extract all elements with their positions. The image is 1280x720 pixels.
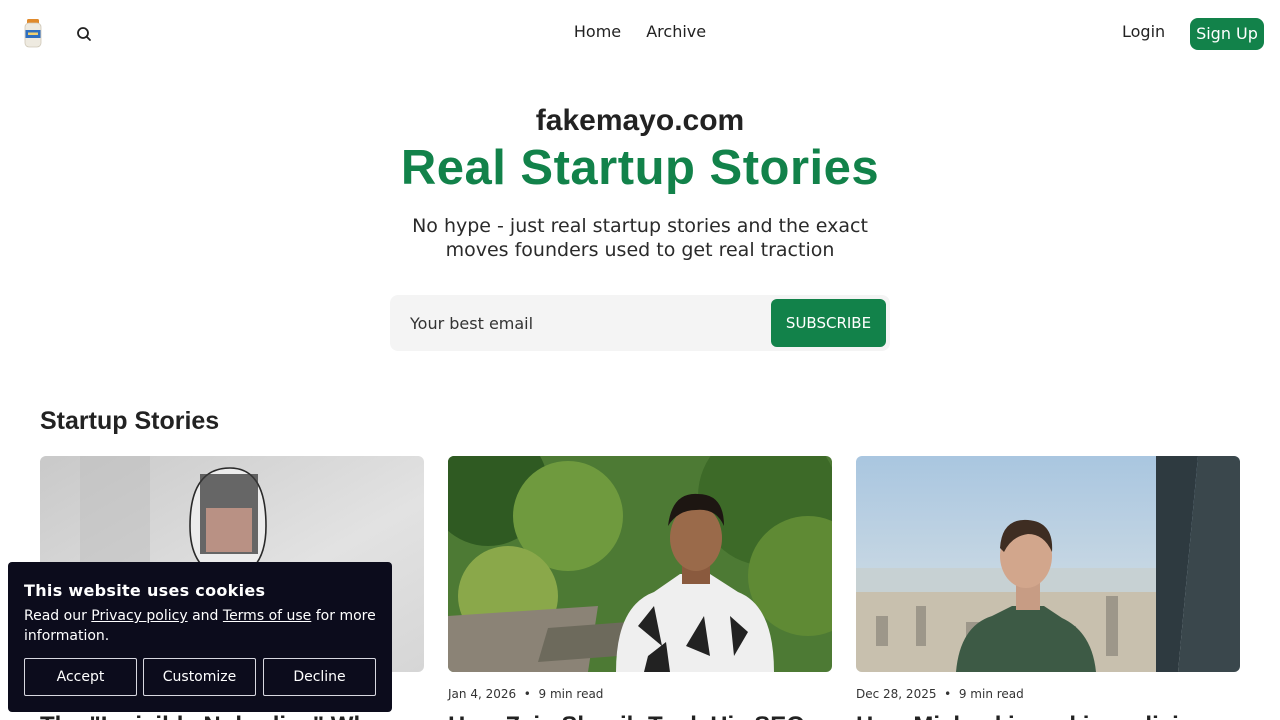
cookie-text: Read our Privacy policy and Terms of use… (24, 608, 376, 644)
subscribe-form: SUBSCRIBE (390, 295, 890, 351)
subscribe-button[interactable]: SUBSCRIBE (771, 299, 886, 347)
post-meta: Jan 4, 2026 • 9 min read (448, 687, 604, 701)
login-link[interactable]: Login (1122, 22, 1165, 41)
post-title-text: How Zain Shoaib Took His SEO (448, 712, 805, 720)
post-title-text: The "Invisible Nobodies" Who (40, 712, 383, 720)
hero-headline: Real Startup Stories (400, 141, 880, 195)
post-title[interactable]: How Zain Shoaib Took His SEO (448, 706, 832, 720)
post-thumbnail[interactable] (448, 456, 832, 672)
site-header: Home Archive Login Sign Up (0, 0, 1280, 68)
post-thumbnail[interactable] (856, 456, 1240, 672)
terms-of-use-link[interactable]: Terms of use (223, 608, 311, 624)
cookie-accept-button[interactable]: Accept (24, 658, 137, 696)
section-title: Startup Stories (40, 407, 220, 435)
main-nav: Home Archive (0, 22, 1280, 41)
email-input[interactable] (398, 303, 768, 343)
post-card[interactable]: Dec 28, 2025 • 9 min read How Michael is… (856, 456, 1240, 720)
post-title-text: How Michael is making a living (856, 712, 1208, 720)
post-card[interactable]: Jan 4, 2026 • 9 min read How Zain Shoaib… (448, 456, 832, 720)
nav-archive-link[interactable]: Archive (646, 22, 706, 41)
signup-button[interactable]: Sign Up (1190, 18, 1264, 50)
nav-home-link[interactable]: Home (574, 22, 621, 41)
post-title[interactable]: How Michael is making a living (856, 706, 1240, 720)
privacy-policy-link[interactable]: Privacy policy (91, 608, 187, 624)
cookie-banner: This website uses cookies Read our Priva… (8, 562, 392, 712)
post-date: Jan 4, 2026 (448, 687, 517, 701)
cookie-decline-button[interactable]: Decline (263, 658, 376, 696)
hero-tagline: No hype - just real startup stories and … (412, 215, 868, 261)
cookie-customize-button[interactable]: Customize (143, 658, 256, 696)
post-date: Dec 28, 2025 (856, 687, 937, 701)
post-read-time: 9 min read (958, 687, 1024, 701)
site-name: fakemayo.com (535, 104, 745, 137)
post-meta: Dec 28, 2025 • 9 min read (856, 687, 1024, 701)
post-read-time: 9 min read (538, 687, 604, 701)
cookie-title: This website uses cookies (24, 581, 266, 600)
